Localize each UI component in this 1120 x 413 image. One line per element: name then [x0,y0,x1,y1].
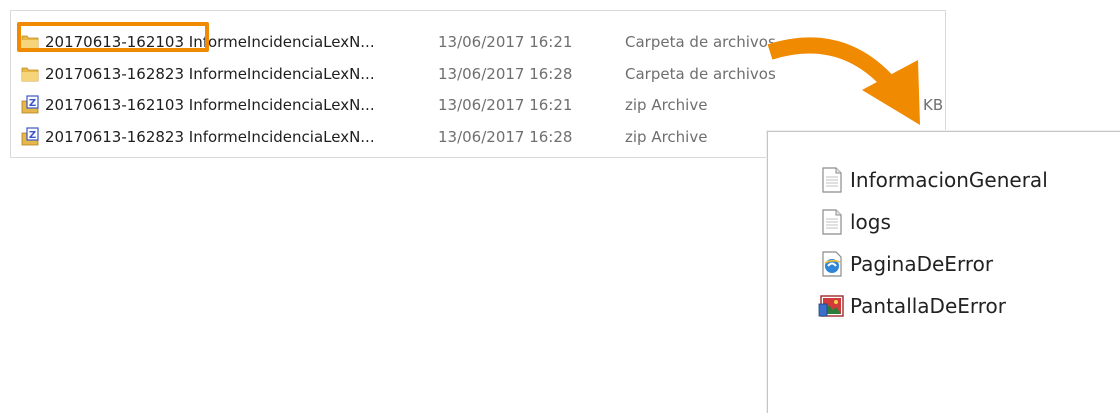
file-name-cell[interactable]: 20170613-162823 InformeIncidenciaLexN... [19,60,419,88]
file-label: logs [850,210,891,234]
zip-archive-icon: Z [21,95,39,114]
folder-icon [21,35,39,50]
list-item[interactable]: logs [818,204,891,240]
file-date: 13/06/2017 16:21 [438,96,573,114]
file-date: 13/06/2017 16:28 [438,128,573,146]
file-name-cell[interactable]: Z 20170613-162103 InformeIncidenciaLexN.… [19,91,419,119]
image-file-icon [818,295,844,317]
list-item[interactable]: PaginaDeError [818,246,993,282]
text-file-icon [822,167,842,193]
file-name-cell[interactable]: 20170613-162103 InformeIncidenciaLexN... [19,28,419,56]
file-label: PaginaDeError [850,252,994,276]
file-name: 20170613-162103 InformeIncidenciaLexN... [45,33,375,51]
list-item[interactable]: PantallaDeError [818,288,1006,324]
file-name: 20170613-162823 InformeIncidenciaLexN... [45,128,375,146]
text-file-icon [822,209,842,235]
canvas: 20170613-162103 InformeIncidenciaLexN...… [0,0,1120,413]
file-name: 20170613-162823 InformeIncidenciaLexN... [45,65,375,83]
file-label: PantallaDeError [850,294,1007,318]
curved-arrow-icon [767,37,920,125]
list-item[interactable]: InformacionGeneral [818,162,1048,198]
file-name-cell[interactable]: Z 20170613-162823 InformeIncidenciaLexN.… [19,123,419,151]
svg-text:Z: Z [29,130,36,141]
folder-icon [21,67,39,82]
file-date: 13/06/2017 16:28 [438,65,573,83]
file-label: InformacionGeneral [850,168,1048,192]
svg-text:Z: Z [29,98,36,109]
zip-archive-icon: Z [21,127,39,146]
file-date: 13/06/2017 16:21 [438,33,573,51]
html-file-icon [822,251,842,277]
file-name: 20170613-162103 InformeIncidenciaLexN... [45,96,375,114]
folder-contents-panel: InformacionGeneral logs PaginaDeError Pa… [767,131,1120,413]
